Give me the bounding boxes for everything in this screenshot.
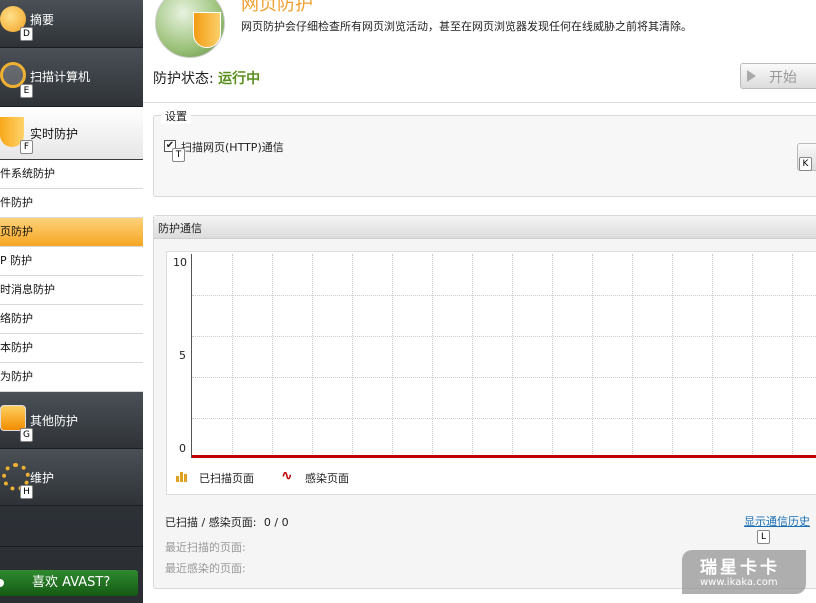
nav-maintenance-key: H: [20, 485, 33, 499]
grid-line: [192, 377, 816, 378]
shield-item-script[interactable]: 本防护: [0, 334, 143, 363]
grid-line: [192, 336, 816, 337]
grid-line: [552, 254, 553, 458]
shield-item-web[interactable]: 页防护: [0, 218, 143, 247]
settings-title: 设置: [161, 108, 191, 124]
nav-realtime-key: F: [20, 140, 33, 154]
shield-item-p2p[interactable]: P 防护: [0, 247, 143, 276]
nav-summary[interactable]: 摘要 D: [0, 0, 143, 48]
nav-summary-label: 摘要: [30, 13, 55, 27]
shield-item-label: 时消息防护: [0, 283, 55, 296]
start-button-label: 开始: [769, 70, 797, 86]
sidebar: 摘要 D 扫描计算机 E 实时防护 F 件系统防护 件防护 页防护 P 防护 时…: [0, 0, 143, 603]
nav-scan-key: E: [20, 84, 33, 98]
start-button[interactable]: 开始: [740, 63, 816, 89]
nav-other[interactable]: 其他防护 G: [0, 392, 143, 449]
shield-item-label: 件防护: [0, 196, 33, 209]
shield-item-network[interactable]: 络防护: [0, 305, 143, 334]
grid-line: [352, 254, 353, 458]
y-tick-10: 10: [173, 256, 187, 269]
watermark-title: 瑞星卡卡: [700, 558, 780, 578]
shield-item-label: 本防护: [0, 341, 33, 354]
chart-plot: [191, 254, 816, 458]
grid-line: [192, 418, 816, 419]
nav-realtime[interactable]: 实时防护 F: [0, 107, 143, 159]
scan-http-key: T: [172, 148, 185, 162]
shield-item-label: 页防护: [0, 225, 33, 238]
series-line-infected: [192, 455, 816, 458]
traffic-title: 防护通信: [158, 222, 202, 235]
watermark-url: www.ikaka.com: [700, 577, 778, 588]
grid-line: [232, 254, 233, 458]
status-label: 防护状态:: [153, 71, 214, 87]
y-tick-0: 0: [179, 442, 186, 455]
grid-line: [712, 254, 713, 458]
sidebar-divider: [0, 546, 143, 547]
shield-icon: [193, 12, 221, 48]
line-chart-icon: ∿: [281, 468, 293, 484]
shield-item-behavior[interactable]: 为防护: [0, 363, 143, 392]
nav-other-key: G: [20, 428, 33, 442]
grid-line: [752, 254, 753, 458]
grid-line: [792, 254, 793, 458]
grid-line: [392, 254, 393, 458]
last-scanned-label: 最近扫描的页面:: [165, 541, 246, 554]
divider: [143, 102, 816, 103]
y-tick-5: 5: [179, 349, 186, 362]
last-infected-label: 最近感染的页面:: [165, 562, 246, 575]
grid-line: [312, 254, 313, 458]
grid-line: [472, 254, 473, 458]
shield-item-file-system[interactable]: 件系统防护: [0, 160, 143, 189]
nav-scan[interactable]: 扫描计算机 E: [0, 48, 143, 107]
grid-line: [432, 254, 433, 458]
main-content: 网页防护 网页防护会仔细检查所有网页浏览活动，甚至在网页浏览器发现任何在线威胁之…: [143, 0, 816, 603]
shield-item-label: 络防护: [0, 312, 33, 325]
like-avast-button[interactable]: 喜欢 AVAST?: [0, 570, 138, 596]
scanned-infected-row: 已扫描 / 感染页面: 0 / 0: [165, 514, 289, 530]
show-history-key: L: [757, 530, 770, 544]
shield-item-label: 件系统防护: [0, 167, 55, 180]
nav-scan-label: 扫描计算机: [30, 70, 91, 84]
chart-area: 10 5 0 已扫描页面 ∿ 感染页面: [166, 251, 816, 495]
bar-chart-icon: [175, 470, 189, 482]
shield-item-mail[interactable]: 件防护: [0, 189, 143, 218]
grid-line: [272, 254, 273, 458]
nav-other-label: 其他防护: [30, 414, 79, 428]
show-history-link[interactable]: 显示通信历史: [744, 513, 810, 529]
nav-summary-key: D: [20, 27, 33, 41]
shield-item-label: P 防护: [0, 254, 33, 267]
grid-line: [192, 295, 816, 296]
status-value: 运行中: [218, 71, 261, 87]
grid-line: [592, 254, 593, 458]
settings-button-key: K: [799, 157, 812, 171]
legend-scanned: 已扫描页面: [199, 472, 254, 485]
scanned-infected-value: 0 / 0: [263, 516, 289, 529]
page-title: 网页防护: [241, 0, 313, 15]
scanned-infected-label: 已扫描 / 感染页面:: [165, 516, 257, 529]
traffic-header: 防护通信: [154, 216, 816, 239]
shield-item-im[interactable]: 时消息防护: [0, 276, 143, 305]
like-icon: [0, 579, 4, 587]
status-row: 防护状态: 运行中: [153, 68, 260, 88]
nav-maintenance[interactable]: 维护 H: [0, 449, 143, 506]
nav-realtime-label: 实时防护: [30, 127, 79, 141]
play-icon: [747, 70, 756, 82]
legend-infected: 感染页面: [305, 472, 349, 485]
grid-line: [632, 254, 633, 458]
grid-line: [512, 254, 513, 458]
grid-line: [672, 254, 673, 458]
settings-panel: [153, 115, 816, 197]
like-avast-label: 喜欢 AVAST?: [32, 575, 111, 590]
page-description: 网页防护会仔细检查所有网页浏览活动，甚至在网页浏览器发现任何在线威胁之前将其清除…: [241, 20, 692, 33]
watermark: 瑞星卡卡 www.ikaka.com: [682, 550, 806, 594]
scan-http-label[interactable]: 扫描网页(HTTP)通信: [181, 139, 284, 155]
nav-maintenance-label: 维护: [30, 471, 55, 485]
shield-item-label: 为防护: [0, 370, 33, 383]
